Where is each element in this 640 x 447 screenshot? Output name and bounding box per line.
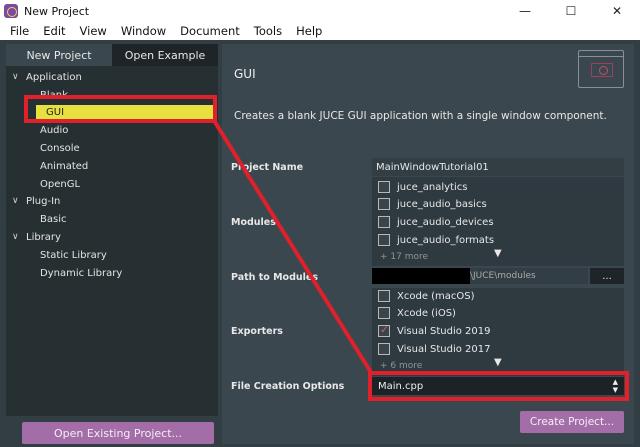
menu-view[interactable]: View [80, 24, 107, 38]
tree-group-library[interactable]: ∨ Library [12, 229, 61, 245]
tab-open-example[interactable]: Open Example [112, 44, 218, 66]
project-settings-panel: GUI Creates a blank JUCE GUI application… [222, 44, 634, 444]
tree-item-basic[interactable]: Basic [40, 211, 66, 227]
module-label: juce_audio_formats [397, 234, 495, 246]
open-existing-project-button[interactable]: Open Existing Project... [22, 422, 214, 444]
chevron-down-icon: ∨ [12, 232, 19, 242]
tree-item-gui[interactable]: GUI [36, 105, 216, 119]
close-button[interactable]: ✕ [594, 0, 640, 22]
checkbox[interactable] [378, 198, 390, 210]
modules-label: Modules [231, 217, 276, 228]
menu-help[interactable]: Help [296, 24, 322, 38]
exporters-label: Exporters [231, 326, 283, 337]
module-label: juce_analytics [397, 181, 468, 193]
tree-item-blank[interactable]: Blank [40, 87, 68, 103]
chevron-down-icon: ∨ [12, 72, 19, 82]
exporter-label: Visual Studio 2017 [397, 343, 491, 355]
menu-tools[interactable]: Tools [254, 24, 282, 38]
menu-window[interactable]: Window [121, 24, 166, 38]
checkbox[interactable] [378, 290, 390, 302]
browse-path-button[interactable]: ... [590, 268, 624, 284]
exporter-item[interactable]: Xcode (macOS) [378, 289, 475, 303]
path-to-modules-label: Path to Modules [231, 272, 319, 283]
menu-document[interactable]: Document [180, 24, 240, 38]
template-description: Creates a blank JUCE GUI application wit… [234, 110, 607, 122]
exporter-label: Visual Studio 2019 [397, 325, 491, 337]
module-label: juce_audio_basics [397, 198, 487, 210]
title-bar: New Project — ☐ ✕ [0, 0, 640, 22]
project-name-input[interactable]: MainWindowTutorial01 [372, 158, 624, 176]
checkbox[interactable] [378, 307, 390, 319]
tree-group-label: Library [26, 231, 61, 243]
path-to-modules-input[interactable]: \JUCE\modules [470, 268, 588, 284]
chevron-down-icon: ∨ [12, 196, 19, 206]
checkbox[interactable] [378, 343, 390, 355]
menu-edit[interactable]: Edit [43, 24, 65, 38]
expand-down-icon[interactable]: ▼ [494, 357, 502, 368]
module-item[interactable]: juce_audio_basics [378, 197, 487, 211]
menu-bar: File Edit View Window Document Tools Hel… [0, 22, 640, 40]
maximize-button[interactable]: ☐ [548, 0, 594, 22]
expand-down-icon[interactable]: ▼ [494, 248, 502, 259]
exporter-label: Xcode (iOS) [397, 307, 456, 319]
template-tree: ∨ Application Blank GUI Audio Console An… [6, 66, 218, 416]
checkbox[interactable] [378, 216, 390, 228]
tree-item-dynamic-library[interactable]: Dynamic Library [40, 265, 122, 281]
checkbox[interactable] [378, 234, 390, 246]
app-icon [4, 4, 18, 18]
gui-template-icon [578, 50, 624, 88]
exporter-item[interactable]: Visual Studio 2017 [378, 342, 491, 356]
tree-item-opengl[interactable]: OpenGL [40, 176, 80, 192]
app-body: New Project Open Example ∨ Application B… [0, 40, 640, 447]
module-label: juce_audio_devices [397, 216, 494, 228]
project-name-label: Project Name [231, 162, 304, 173]
modules-list: juce_analytics juce_audio_basics juce_au… [372, 177, 624, 266]
exporters-list: Xcode (macOS) Xcode (iOS) Visual Studio … [372, 288, 624, 376]
tree-item-audio[interactable]: Audio [40, 122, 68, 138]
exporters-more[interactable]: + 6 more [380, 361, 422, 371]
tree-group-label: Plug-In [26, 195, 61, 207]
exporter-item[interactable]: Visual Studio 2019 [378, 323, 491, 338]
tree-item-animated[interactable]: Animated [40, 158, 88, 174]
file-creation-value: Main.cpp [378, 380, 424, 392]
checkbox-checked[interactable] [378, 323, 390, 337]
minimize-button[interactable]: — [502, 0, 548, 22]
file-creation-options-label: File Creation Options [231, 381, 345, 392]
checkbox[interactable] [378, 181, 390, 193]
tree-group-application[interactable]: ∨ Application [12, 69, 82, 85]
module-item[interactable]: juce_audio_devices [378, 215, 494, 229]
module-item[interactable]: juce_analytics [378, 180, 467, 194]
tree-group-plugin[interactable]: ∨ Plug-In [12, 193, 60, 209]
create-project-button[interactable]: Create Project... [520, 411, 624, 433]
modules-more[interactable]: + 17 more [380, 252, 428, 262]
tree-item-static-library[interactable]: Static Library [40, 247, 107, 263]
tree-group-label: Application [26, 71, 82, 83]
tab-new-project[interactable]: New Project [6, 44, 112, 66]
file-creation-options-select[interactable]: Main.cpp ▲ ▼ [372, 377, 624, 395]
tree-item-console[interactable]: Console [40, 140, 80, 156]
exporter-item[interactable]: Xcode (iOS) [378, 306, 456, 320]
updown-arrows-icon: ▲ ▼ [612, 378, 618, 394]
template-title: GUI [234, 67, 256, 81]
menu-file[interactable]: File [10, 24, 29, 38]
module-item[interactable]: juce_audio_formats [378, 233, 494, 247]
template-panel: New Project Open Example ∨ Application B… [6, 44, 218, 444]
exporter-label: Xcode (macOS) [397, 290, 475, 302]
path-redacted [372, 268, 470, 284]
window-title: New Project [24, 4, 90, 18]
